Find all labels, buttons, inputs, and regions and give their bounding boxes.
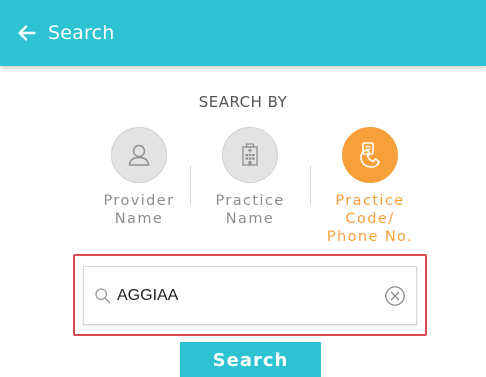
option-circle — [111, 127, 167, 183]
search-icon — [95, 287, 111, 303]
option-circle — [222, 127, 278, 183]
option-label-line: Code/ — [345, 211, 395, 227]
option-label-line: Name — [225, 211, 275, 227]
option-label: Practice Name — [215, 192, 284, 228]
option-label: Provider Name — [104, 192, 175, 228]
building-icon — [242, 143, 258, 166]
phone-icon — [360, 142, 380, 168]
option-label-line: Phone No. — [326, 229, 414, 245]
app-bar: Search — [0, 0, 486, 66]
option-practice-name[interactable]: Practice Name — [190, 127, 310, 228]
search-by-heading: SEARCH BY — [198, 93, 288, 111]
clear-circle-icon[interactable] — [384, 285, 406, 307]
option-label-line: Practice — [335, 193, 405, 209]
option-label: Practice Code/ Phone No. — [327, 192, 413, 246]
option-circle — [342, 127, 398, 183]
search-field — [83, 266, 417, 325]
option-provider-name[interactable]: Provider Name — [79, 127, 199, 228]
option-label-line: Practice — [215, 193, 285, 209]
page-title: Search — [48, 22, 115, 44]
option-practice-code-phone[interactable]: Practice Code/ Phone No. — [310, 127, 430, 246]
arrow-left-icon — [18, 25, 36, 41]
search-input[interactable] — [117, 267, 378, 324]
search-button[interactable]: Search — [180, 342, 321, 377]
option-label-line: Name — [114, 211, 164, 227]
option-label-line: Provider — [103, 193, 175, 209]
user-icon — [128, 144, 150, 166]
back-button[interactable] — [12, 18, 42, 48]
